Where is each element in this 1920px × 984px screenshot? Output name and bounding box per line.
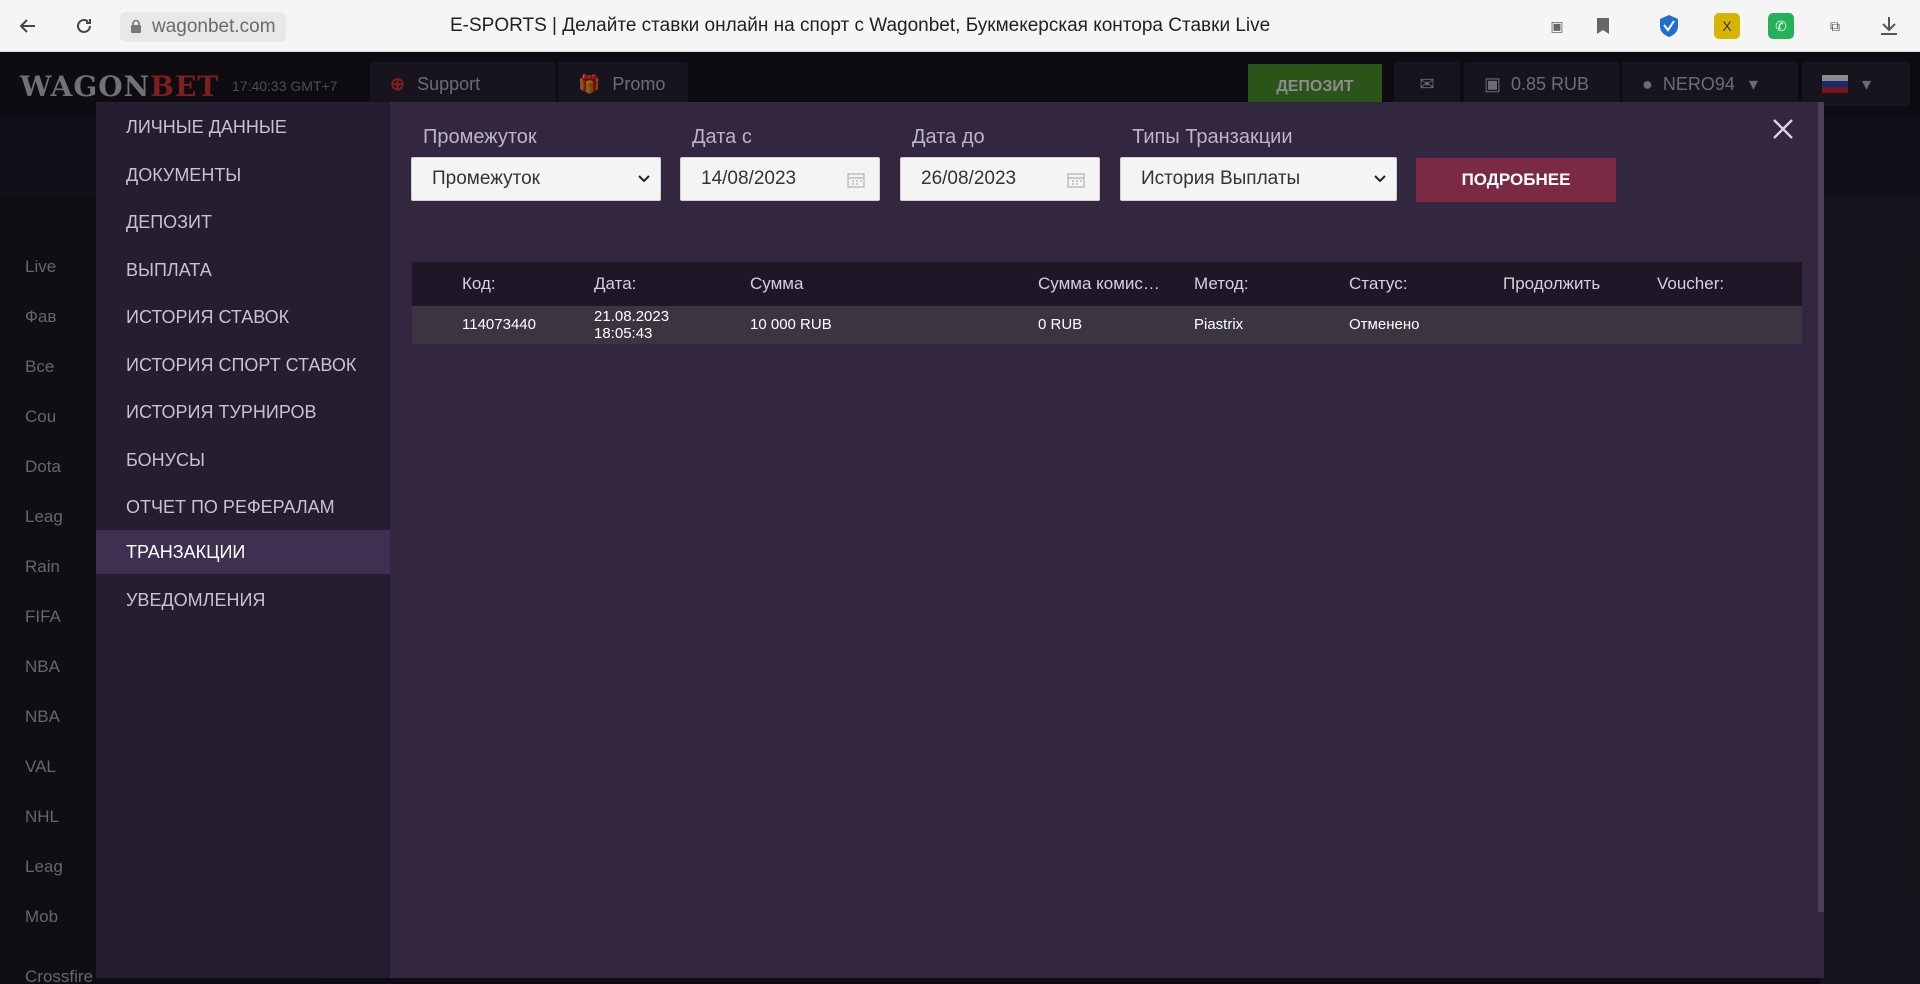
chevron-down-icon [638, 175, 650, 183]
calendar-icon [847, 173, 865, 188]
menu-item-notifications[interactable]: УВЕДОМЛЕНИЯ [96, 578, 390, 622]
translate-icon[interactable]: ▣ [1544, 13, 1570, 39]
back-icon[interactable] [14, 12, 42, 40]
cell-method: Piastrix [1194, 316, 1244, 333]
table-header: Код: Дата: Сумма Сумма комис… Метод: Ста… [412, 262, 1802, 306]
date-to-label: Дата до [912, 126, 985, 148]
menu-item-withdrawal[interactable]: ВЫПЛАТА [96, 248, 390, 292]
date-from-value: 14/08/2023 [701, 168, 797, 189]
menu-item-bet-history[interactable]: ИСТОРИЯ СТАВОК [96, 295, 390, 339]
col-voucher: Voucher: [1657, 274, 1725, 293]
cell-fee: 0 RUB [1038, 316, 1083, 333]
calendar-icon [1067, 173, 1085, 188]
chevron-down-icon [1374, 175, 1386, 183]
menu-item-documents[interactable]: ДОКУМЕНТЫ [96, 153, 390, 197]
col-method: Метод: [1194, 274, 1249, 293]
reload-icon[interactable] [70, 12, 98, 40]
transaction-type-value: История Выплаты [1141, 168, 1301, 189]
transactions-table: Код: Дата: Сумма Сумма комис… Метод: Ста… [412, 262, 1802, 344]
menu-item-bonuses[interactable]: БОНУСЫ [96, 438, 390, 482]
date-to-value: 26/08/2023 [921, 168, 1017, 189]
modal-scrollbar[interactable] [1818, 102, 1824, 912]
browser-toolbar: wagonbet.com E-SPORTS | Делайте ставки о… [0, 0, 1920, 52]
extensions-icon[interactable]: ⧉ [1822, 13, 1848, 39]
col-continue: Продолжить [1503, 274, 1601, 293]
details-button[interactable]: ПОДРОБНЕЕ [1416, 158, 1616, 202]
page-title: E-SPORTS | Делайте ставки онлайн на спор… [450, 15, 1271, 36]
transaction-type-label: Типы Транзакции [1132, 126, 1293, 148]
bookmark-icon[interactable] [1590, 13, 1616, 39]
period-value: Промежуток [432, 168, 540, 189]
date-from-label: Дата с [692, 126, 752, 148]
date-from-input[interactable]: 14/08/2023 [680, 157, 880, 201]
col-code: Код: [462, 274, 496, 293]
close-icon[interactable] [1768, 114, 1798, 144]
address-bar[interactable]: wagonbet.com [120, 12, 286, 42]
cell-code: 114073440 [462, 316, 536, 333]
whatsapp-icon[interactable]: ✆ [1768, 13, 1794, 39]
period-label: Промежуток [423, 126, 537, 148]
cell-date-day: 21.08.2023 [594, 308, 670, 325]
period-select[interactable]: Промежуток [411, 157, 661, 201]
excel-icon[interactable]: X [1714, 13, 1740, 39]
cell-date-time: 18:05:43 [594, 325, 653, 342]
download-icon[interactable] [1876, 13, 1902, 39]
account-modal: ЛИЧНЫЕ ДАННЫЕ ДОКУМЕНТЫ ДЕПОЗИТ ВЫПЛАТА … [96, 102, 1824, 978]
cell-amount: 10 000 RUB [750, 316, 832, 333]
shield-icon[interactable] [1656, 13, 1682, 39]
transaction-type-select[interactable]: История Выплаты [1120, 157, 1397, 201]
col-amount: Сумма [750, 274, 804, 293]
cell-status: Отменено [1349, 316, 1420, 333]
menu-item-transactions[interactable]: ТРАНЗАКЦИИ [96, 530, 390, 574]
menu-item-deposit[interactable]: ДЕПОЗИТ [96, 200, 390, 244]
date-to-input[interactable]: 26/08/2023 [900, 157, 1100, 201]
col-fee: Сумма комис… [1038, 274, 1160, 293]
table-row[interactable]: 114073440 21.08.2023 18:05:43 10 000 RUB… [412, 306, 1802, 344]
url-text: wagonbet.com [152, 16, 276, 37]
menu-item-referral-report[interactable]: ОТЧЕТ ПО РЕФЕРАЛАМ [96, 485, 390, 529]
col-date: Дата: [594, 274, 637, 293]
menu-item-tournament-history[interactable]: ИСТОРИЯ ТУРНИРОВ [96, 390, 390, 434]
cell-date: 21.08.2023 18:05:43 [594, 308, 669, 342]
col-status: Статус: [1349, 274, 1408, 293]
menu-item-personal[interactable]: ЛИЧНЫЕ ДАННЫЕ [96, 105, 390, 149]
lock-icon [131, 20, 141, 33]
menu-item-sport-bet-history[interactable]: ИСТОРИЯ СПОРТ СТАВОК [96, 343, 390, 387]
account-menu: ЛИЧНЫЕ ДАННЫЕ ДОКУМЕНТЫ ДЕПОЗИТ ВЫПЛАТА … [96, 102, 390, 978]
